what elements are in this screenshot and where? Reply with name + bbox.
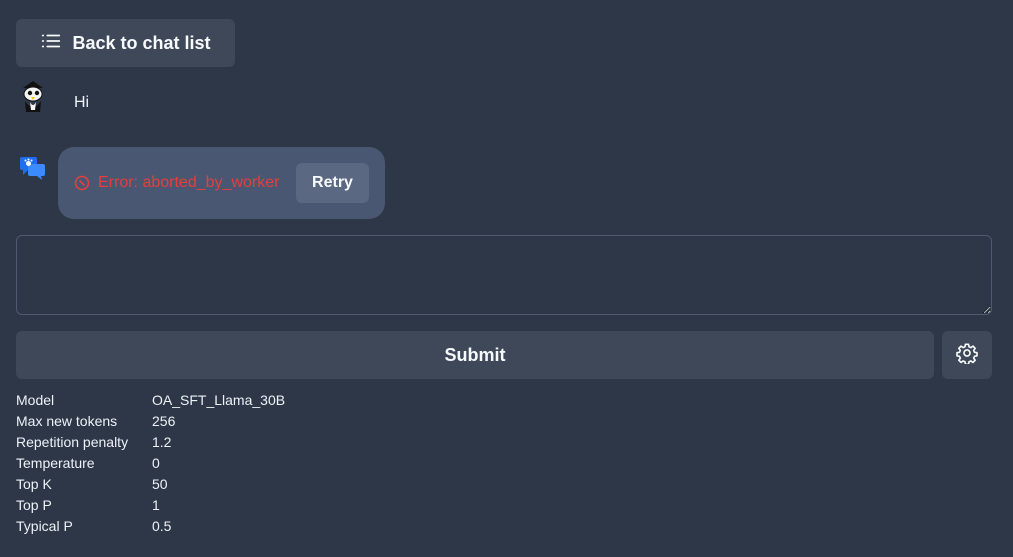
- param-value: 0: [152, 454, 160, 471]
- prompt-input[interactable]: [16, 235, 992, 315]
- param-key: Max new tokens: [16, 412, 118, 429]
- settings-button[interactable]: [942, 331, 992, 379]
- param-key: Typical P: [16, 517, 73, 534]
- list-icon: [40, 30, 62, 57]
- param-key: Model: [16, 391, 55, 408]
- param-row-max-new-tokens: Max new tokens 256: [16, 410, 285, 431]
- gear-icon: [956, 342, 978, 369]
- param-row-top-k: Top K 50: [16, 473, 285, 494]
- param-row-repetition-penalty: Repetition penalty 1.2: [16, 431, 285, 452]
- generation-parameters: Model OA_SFT_Llama_30B Max new tokens 25…: [16, 389, 285, 536]
- param-value: OA_SFT_Llama_30B: [152, 391, 286, 408]
- chat-page: Back to chat list Hi Error: aborted_by_w…: [0, 0, 1013, 557]
- retry-button[interactable]: Retry: [296, 163, 369, 203]
- submit-button[interactable]: Submit: [16, 331, 934, 379]
- assistant-avatar: [19, 155, 47, 181]
- error-message: Error: aborted_by_worker: [98, 174, 280, 191]
- param-key: Top P: [16, 496, 52, 513]
- param-row-temperature: Temperature 0: [16, 452, 285, 473]
- warning-circle-icon: [74, 175, 90, 191]
- user-message-text: Hi: [74, 94, 90, 111]
- param-key: Repetition penalty: [16, 433, 129, 450]
- param-row-model: Model OA_SFT_Llama_30B: [16, 389, 285, 410]
- back-to-chat-list-button[interactable]: Back to chat list: [16, 19, 235, 67]
- back-button-label: Back to chat list: [72, 32, 211, 53]
- param-value: 1.2: [152, 433, 172, 450]
- param-key: Top K: [16, 475, 52, 492]
- user-avatar: [18, 80, 48, 114]
- param-key: Temperature: [16, 454, 95, 471]
- param-value: 256: [152, 412, 176, 429]
- param-value: 50: [152, 475, 168, 492]
- param-row-top-p: Top P 1: [16, 494, 285, 515]
- assistant-message-bubble: Error: aborted_by_worker Retry: [58, 147, 385, 219]
- param-value: 1: [152, 496, 160, 513]
- param-row-typical-p: Typical P 0.5: [16, 515, 285, 536]
- param-value: 0.5: [152, 517, 172, 534]
